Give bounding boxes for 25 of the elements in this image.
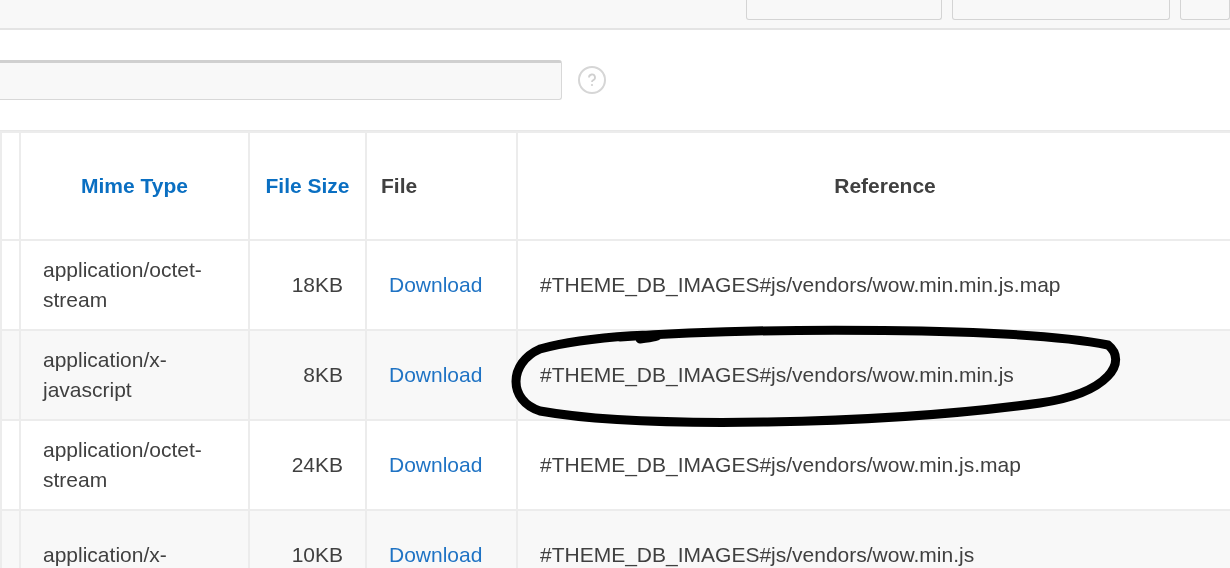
file-size-text: 8KB [303, 362, 343, 386]
column-header[interactable]: File Size [249, 132, 366, 240]
help-icon[interactable] [578, 66, 606, 94]
download-link[interactable]: Download [389, 542, 483, 566]
mime-type-text: application/x- [43, 542, 167, 566]
toolbar-button[interactable] [746, 0, 942, 20]
file-size-text: 10KB [291, 542, 343, 566]
download-link[interactable]: Download [389, 362, 483, 386]
reference-text: #THEME_DB_IMAGES#js/vendors/wow.min.js [540, 542, 975, 566]
toolbar-button[interactable] [952, 0, 1170, 20]
reference-text: #THEME_DB_IMAGES#js/vendors/wow.min.min.js [540, 362, 1014, 386]
file-size-text: 24KB [291, 452, 343, 476]
reference-text: #THEME_DB_IMAGES#js/vendors/wow.min.min.js.map [540, 272, 1061, 296]
toolbar-button[interactable] [1180, 0, 1230, 20]
search-field[interactable] [0, 60, 562, 100]
reference-text: #THEME_DB_IMAGES#js/vendors/wow.min.js.map [540, 452, 1021, 476]
mime-type-text: application/octet-stream [43, 437, 202, 491]
download-link[interactable]: Download [389, 272, 483, 296]
column-header: Reference [517, 132, 1230, 240]
column-header: File [366, 132, 517, 240]
mime-type-text: application/x-javascript [43, 347, 167, 401]
download-link[interactable]: Download [389, 452, 483, 476]
mime-type-text: application/octet-stream [43, 257, 202, 311]
file-size-text: 18KB [291, 272, 343, 296]
column-header[interactable]: Mime Type [20, 132, 249, 240]
